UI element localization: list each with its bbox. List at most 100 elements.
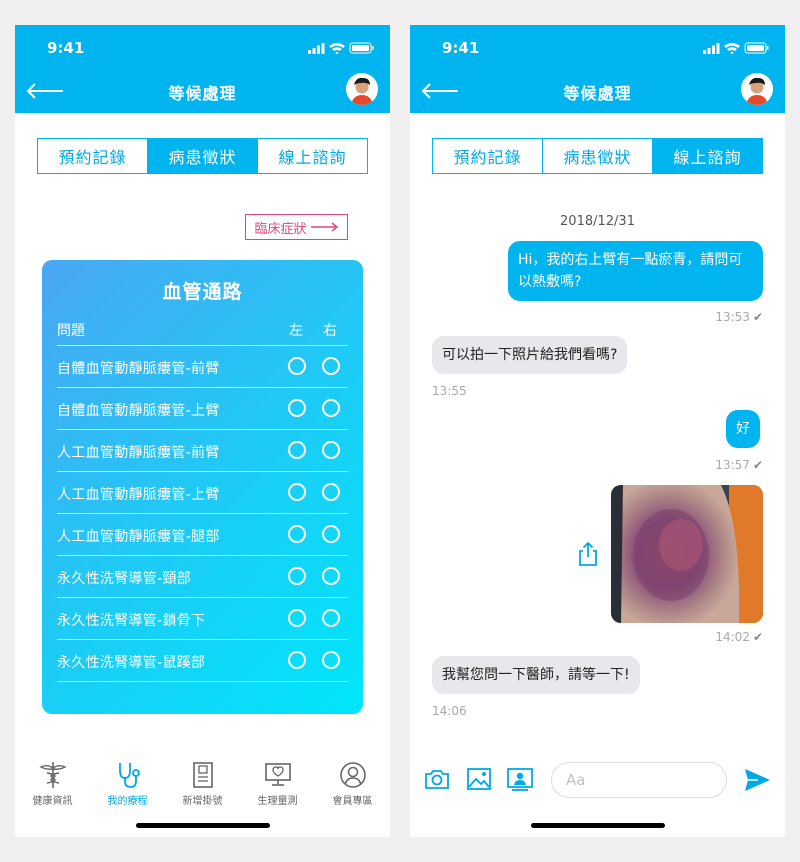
symptom-row: 永久性洗腎導管-頸部 [57, 556, 348, 598]
page-title: 等候處理 [168, 84, 237, 103]
right-radio[interactable] [322, 651, 340, 669]
right-radio[interactable] [322, 399, 340, 417]
message-incoming: 可以拍一下照片給我們看嗎? [432, 336, 628, 374]
symptom-row: 永久性洗腎導管-鼠蹊部 [57, 640, 348, 682]
consult-screen: 9:41 等候處理 預約記錄 病患徵狀 線上諮詢 2018/12/31 Hi，我… [410, 25, 785, 837]
nav-label: 新增掛號 [182, 796, 223, 807]
symptom-label: 人工血管動靜脈瘻管-上臂 [57, 487, 220, 503]
right-radio[interactable] [322, 567, 340, 585]
message-time: 13:57 ✔ [715, 458, 763, 472]
right-radio[interactable] [322, 441, 340, 459]
message-input[interactable] [551, 762, 727, 798]
read-check-icon: ✔ [752, 458, 763, 472]
symptom-row: 自體血管動靜脈瘻管-上臂 [57, 388, 348, 430]
left-radio[interactable] [288, 567, 306, 585]
symptom-label: 永久性洗腎導管-鎖骨下 [57, 613, 206, 629]
status-icons [308, 42, 374, 54]
home-indicator [136, 823, 270, 828]
symptom-row: 人工血管動靜脈瘻管-上臂 [57, 472, 348, 514]
tab-appointments[interactable]: 預約記錄 [433, 139, 542, 173]
app-bar: 9:41 等候處理 [15, 25, 390, 113]
tab-symptoms[interactable]: 病患徵狀 [147, 139, 257, 173]
message-time: 13:55 [432, 384, 467, 398]
vascular-access-card: 血管通路 問題 左 右 自體血管動靜脈瘻管-前臂 自體血管動靜脈瘻管-上臂 人工… [42, 260, 363, 714]
right-radio[interactable] [322, 609, 340, 627]
nav-label: 會員專區 [332, 796, 373, 807]
nav-member[interactable]: 會員專區 [315, 755, 390, 807]
header-question: 問題 [57, 323, 85, 339]
camera-icon[interactable] [423, 765, 451, 793]
symptom-label: 人工血管動靜脈瘻管-前臂 [57, 445, 220, 461]
app-bar: 9:41 等候處理 [410, 25, 785, 113]
nav-my-treatment[interactable]: 我的療程 [90, 755, 165, 807]
caduceus-icon [38, 762, 67, 788]
clinical-symptoms-button[interactable]: 臨床症狀 [245, 214, 348, 240]
left-radio[interactable] [288, 441, 306, 459]
avatar[interactable] [346, 73, 378, 105]
image-icon[interactable] [465, 765, 493, 793]
symptom-row: 人工血管動靜脈瘻管-前臂 [57, 430, 348, 472]
share-icon[interactable] [576, 541, 600, 567]
monitor-heart-icon [264, 763, 291, 786]
arrow-right-icon [310, 222, 338, 232]
tab-consult[interactable]: 線上諮詢 [652, 139, 762, 173]
symptoms-screen: 9:41 等候處理 預約記錄 病患徵狀 線上諮詢 臨床症狀 血管通路 問題 左 … [15, 25, 390, 837]
video-call-icon[interactable] [506, 765, 534, 793]
tab-consult[interactable]: 線上諮詢 [257, 139, 367, 173]
message-time: 13:53 ✔ [715, 310, 763, 324]
left-radio[interactable] [288, 399, 306, 417]
home-indicator [531, 823, 665, 828]
nav-label: 健康資訊 [32, 796, 73, 807]
header-left: 左 [289, 323, 303, 339]
symptom-label: 永久性洗腎導管-鼠蹊部 [57, 655, 206, 671]
status-icons [703, 42, 769, 54]
status-time: 9:41 [47, 39, 85, 57]
bruise-photo[interactable] [611, 485, 763, 623]
page-title: 等候處理 [563, 84, 632, 103]
message-outgoing: 好 [726, 410, 760, 448]
user-circle-icon [339, 762, 366, 788]
tab-bar: 預約記錄 病患徵狀 線上諮詢 [432, 138, 763, 174]
left-radio[interactable] [288, 609, 306, 627]
nav-measurement[interactable]: 生理量測 [240, 755, 315, 807]
message-time: 14:06 [432, 704, 467, 718]
nav-label: 生理量測 [257, 796, 298, 807]
avatar[interactable] [741, 73, 773, 105]
card-header: 問題 左 右 [57, 318, 348, 346]
right-radio[interactable] [322, 357, 340, 375]
bottom-nav: 健康資訊 我的療程 新增掛號 生理量測 會員專區 [15, 755, 390, 815]
left-radio[interactable] [288, 525, 306, 543]
nav-new-registration[interactable]: 新增掛號 [165, 755, 240, 807]
header-right: 右 [323, 323, 337, 339]
status-time: 9:41 [442, 39, 480, 57]
chat-date: 2018/12/31 [560, 214, 635, 229]
nav-health-info[interactable]: 健康資訊 [15, 755, 90, 807]
nav-label: 我的療程 [107, 796, 148, 807]
message-outgoing: Hi，我的右上臂有一點瘀青，請問可以熱敷嗎? [508, 241, 763, 301]
read-check-icon: ✔ [752, 310, 763, 324]
symptom-row: 永久性洗腎導管-鎖骨下 [57, 598, 348, 640]
left-radio[interactable] [288, 357, 306, 375]
symptom-label: 自體血管動靜脈瘻管-上臂 [57, 403, 220, 419]
clinical-symptoms-label: 臨床症狀 [254, 221, 307, 237]
symptom-label: 永久性洗腎導管-頸部 [57, 571, 192, 587]
left-radio[interactable] [288, 483, 306, 501]
message-incoming: 我幫您問一下醫師，請等一下! [432, 656, 640, 694]
symptom-label: 人工血管動靜脈瘻管-腿部 [57, 529, 220, 545]
tab-bar: 預約記錄 病患徵狀 線上諮詢 [37, 138, 368, 174]
chat-input-bar [410, 755, 785, 805]
read-check-icon: ✔ [752, 630, 763, 644]
stethoscope-icon [118, 763, 140, 788]
left-radio[interactable] [288, 651, 306, 669]
symptom-row: 人工血管動靜脈瘻管-腿部 [57, 514, 348, 556]
right-radio[interactable] [322, 525, 340, 543]
right-radio[interactable] [322, 483, 340, 501]
clipboard-icon [192, 762, 213, 788]
message-time: 14:02 ✔ [715, 630, 763, 644]
symptom-label: 自體血管動靜脈瘻管-前臂 [57, 361, 220, 377]
tab-appointments[interactable]: 預約記錄 [38, 139, 147, 173]
card-title: 血管通路 [162, 281, 243, 303]
symptom-row: 自體血管動靜脈瘻管-前臂 [57, 346, 348, 388]
send-icon[interactable] [742, 765, 772, 795]
tab-symptoms[interactable]: 病患徵狀 [542, 139, 652, 173]
